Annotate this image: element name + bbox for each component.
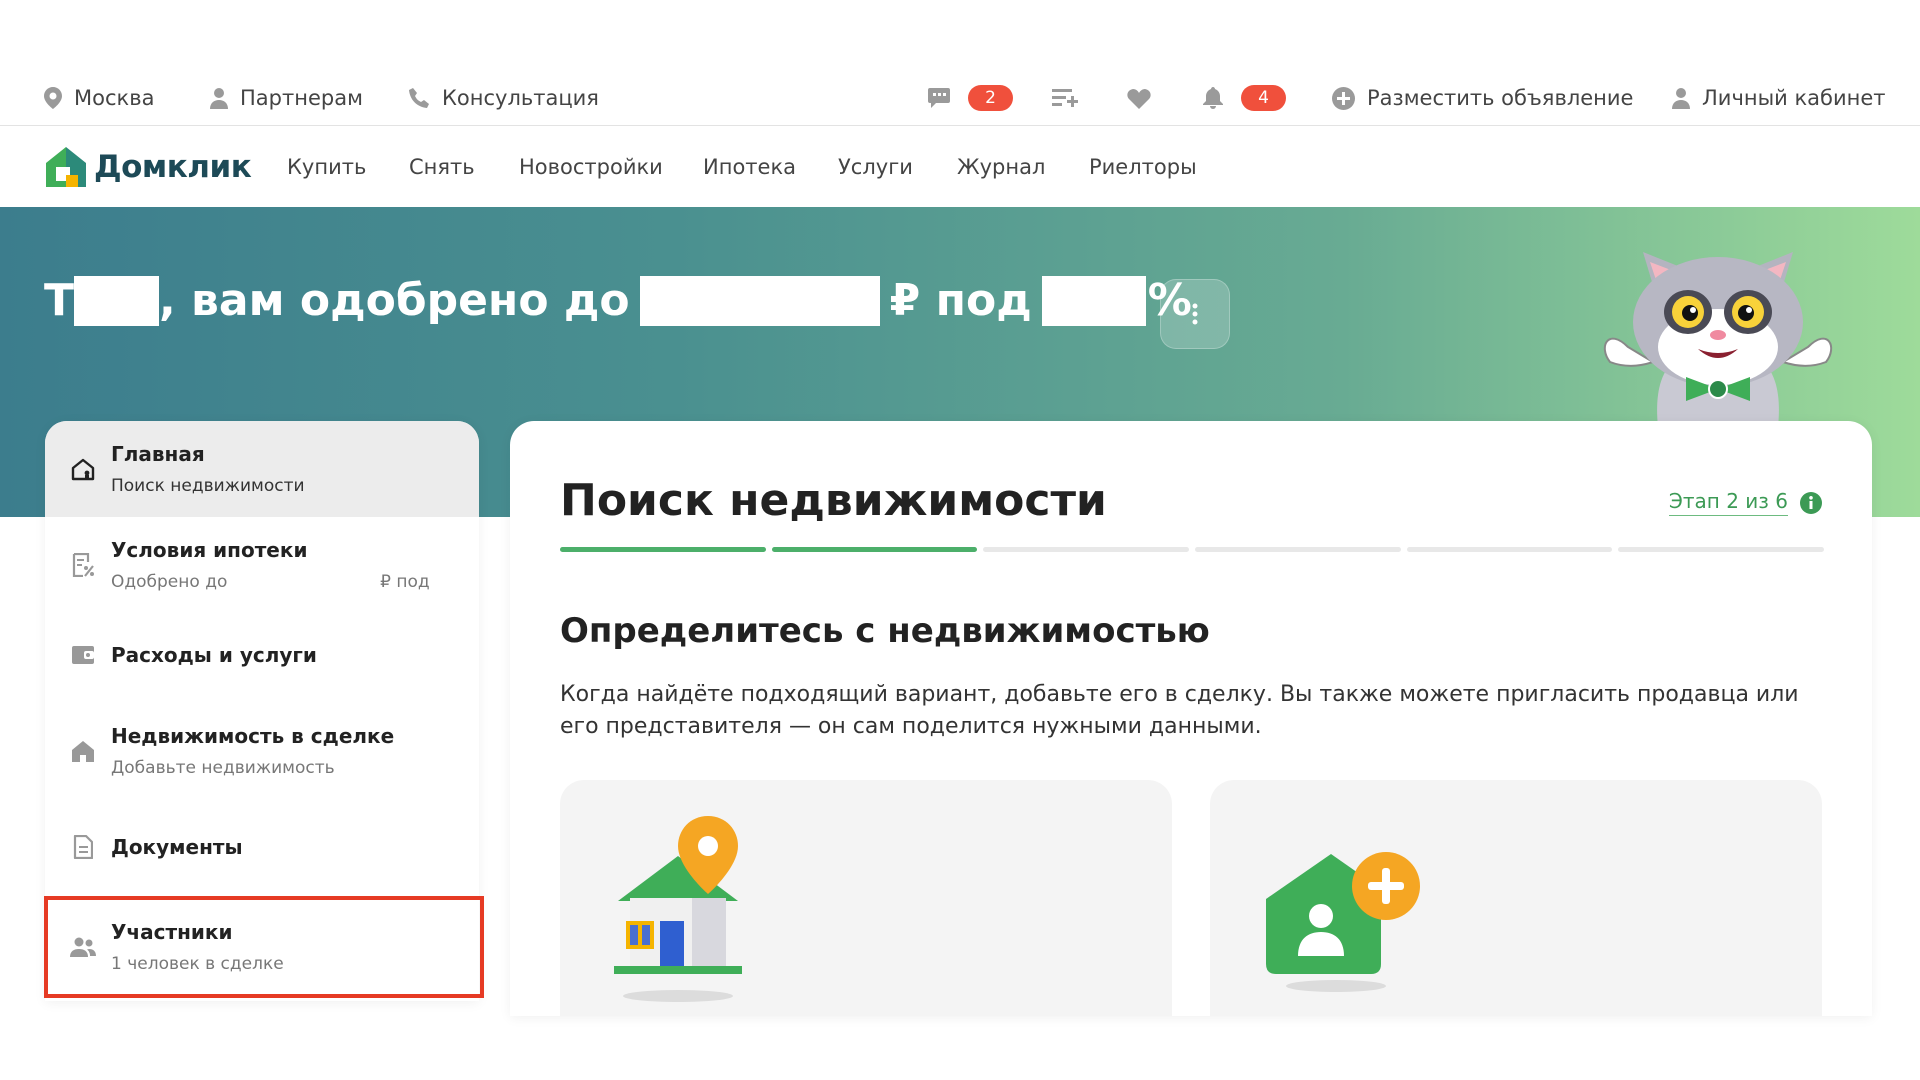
favorites-button[interactable] — [1127, 70, 1151, 126]
sidebar-item-participants[interactable]: Участники 1 человек в сделке — [45, 896, 479, 998]
nav-new-buildings[interactable]: Новостройки — [519, 127, 663, 207]
nav-realtors[interactable]: Риелторы — [1089, 127, 1197, 207]
notifications-count-badge: 4 — [1241, 85, 1286, 111]
plus-circle-icon — [1332, 86, 1355, 110]
progress-segment — [1195, 547, 1401, 552]
post-ad-label: Разместить объявление — [1367, 86, 1634, 110]
house-icon — [70, 738, 96, 764]
account-label: Личный кабинет — [1702, 86, 1886, 110]
sidebar-item-main[interactable]: Главная Поиск недвижимости — [45, 421, 479, 517]
progress-segment — [560, 547, 766, 552]
find-property-tile[interactable] — [560, 780, 1172, 1016]
stage-progress-bar — [560, 547, 1825, 552]
percent-doc-icon — [70, 552, 96, 578]
page-title: Поиск недвижимости — [560, 475, 1107, 526]
section-title: Определитесь с недвижимостью — [560, 611, 1210, 651]
info-icon — [1800, 491, 1822, 514]
heart-icon — [1127, 88, 1151, 109]
consultation-link[interactable]: Консультация — [408, 70, 599, 126]
consultation-label: Консультация — [442, 86, 599, 110]
city-selector[interactable]: Москва — [44, 70, 154, 126]
partners-label: Партнерам — [240, 86, 363, 110]
name-initial: Т — [44, 275, 75, 326]
deal-stage-card: Поиск недвижимости Этап 2 из 6 Определит… — [510, 421, 1872, 1016]
domclick-logo-icon — [46, 147, 86, 187]
nav-mortgage[interactable]: Ипотека — [703, 127, 796, 207]
wallet-icon — [70, 642, 96, 668]
list-add-icon — [1052, 89, 1078, 107]
approved-up-to-label: Одобрено до — [111, 572, 228, 592]
notifications-button[interactable]: 4 — [1203, 70, 1286, 126]
rub-under-label: ₽ под — [380, 572, 430, 592]
nav-journal[interactable]: Журнал — [957, 127, 1045, 207]
add-person-house-icon — [1266, 852, 1420, 992]
user-icon — [1672, 88, 1690, 109]
nav-services[interactable]: Услуги — [838, 127, 913, 207]
chat-icon — [928, 88, 950, 108]
logo-text: Домклик — [94, 149, 252, 185]
deal-sidebar: Главная Поиск недвижимости Условия ипоте… — [45, 421, 479, 1001]
home-outline-icon — [70, 456, 96, 482]
stage-indicator[interactable]: Этап 2 из 6 — [1668, 489, 1822, 516]
account-button[interactable]: Личный кабинет — [1672, 70, 1886, 126]
redacted-amount — [639, 275, 880, 326]
approval-heading: Т , вам одобрено до ₽ под % — [44, 275, 1192, 326]
progress-segment — [983, 547, 1190, 552]
location-pin-icon — [44, 87, 62, 109]
more-options-button[interactable] — [1160, 279, 1230, 349]
phone-icon — [409, 88, 429, 108]
cat-mascot-icon — [1603, 252, 1833, 427]
document-icon — [70, 834, 96, 860]
partners-link[interactable]: Партнерам — [210, 70, 363, 126]
progress-segment — [771, 547, 978, 552]
sidebar-item-title: Условия ипотеки — [111, 538, 308, 562]
sidebar-item-subtitle: Поиск недвижимости — [111, 476, 305, 496]
progress-segment — [1406, 547, 1613, 552]
redacted-rate — [1041, 275, 1146, 326]
sidebar-item-expenses[interactable]: Расходы и услуги — [45, 613, 479, 697]
invite-seller-tile[interactable] — [1210, 780, 1822, 1016]
stage-label: Этап 2 из 6 — [1668, 489, 1788, 516]
sidebar-item-title: Документы — [111, 835, 243, 859]
sidebar-item-mortgage-terms[interactable]: Условия ипотеки Одобрено до ₽ под % — [45, 517, 479, 613]
sidebar-item-documents[interactable]: Документы — [45, 805, 479, 889]
people-icon — [70, 934, 96, 960]
sidebar-item-subtitle: 1 человек в сделке — [111, 954, 284, 974]
sidebar-item-title: Недвижимость в сделке — [111, 724, 395, 748]
progress-segment — [1618, 547, 1825, 552]
bell-icon — [1203, 87, 1223, 109]
messages-count-badge: 2 — [968, 85, 1013, 111]
nav-buy[interactable]: Купить — [287, 127, 366, 207]
section-description: Когда найдёте подходящий вариант, добавь… — [560, 682, 1799, 739]
redacted-name — [74, 275, 160, 326]
kebab-menu-icon — [1192, 303, 1198, 325]
top-utility-bar: Москва Партнерам Консультация 2 4 Размес… — [0, 70, 1920, 126]
sidebar-item-title: Расходы и услуги — [111, 643, 317, 667]
compare-list-button[interactable] — [1052, 70, 1078, 126]
main-navigation: Домклик Купить Снять Новостройки Ипотека… — [0, 127, 1920, 207]
sidebar-item-title: Главная — [111, 442, 205, 466]
currency-text: ₽ под — [889, 275, 1032, 326]
post-ad-button[interactable]: Разместить объявление — [1332, 70, 1633, 126]
nav-rent[interactable]: Снять — [409, 127, 475, 207]
city-label: Москва — [74, 86, 155, 110]
approved-text: , вам одобрено до — [159, 275, 630, 326]
domclick-logo[interactable]: Домклик — [44, 145, 252, 189]
sidebar-item-title: Участники — [111, 920, 233, 944]
sidebar-item-property[interactable]: Недвижимость в сделке Добавьте недвижимо… — [45, 697, 479, 805]
sidebar-item-subtitle: Добавьте недвижимость — [111, 758, 335, 778]
house-location-pin-icon — [614, 816, 742, 1002]
person-badge-icon — [210, 88, 228, 109]
messages-button[interactable]: 2 — [928, 70, 1013, 126]
